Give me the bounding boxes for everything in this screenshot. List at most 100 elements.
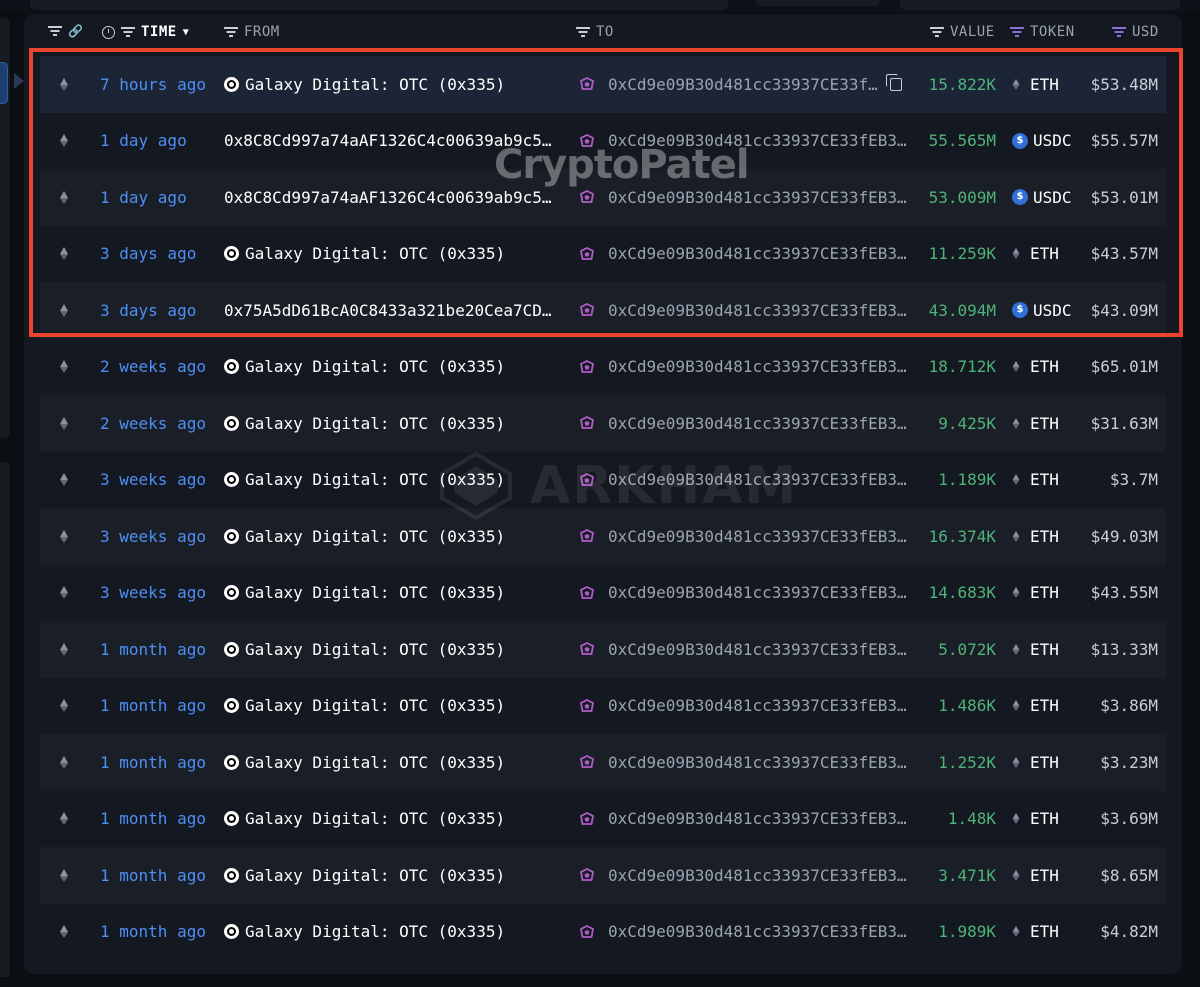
time-link[interactable]: 1 month ago — [100, 621, 220, 678]
table-row[interactable]: 3 weeks ago Galaxy Digital: OTC (0x335) 0x… — [40, 564, 1166, 622]
filter-icon[interactable] — [224, 27, 238, 37]
table-row[interactable]: 7 hours ago Galaxy Digital: OTC (0x335) 0x… — [40, 56, 1166, 113]
token-cell[interactable]: ETH — [1012, 734, 1082, 791]
to-address[interactable]: 0xCd9e09B30d481cc33937CE33fEB3… — [580, 282, 910, 339]
filter-icon[interactable] — [1010, 27, 1024, 37]
to-address[interactable]: 0xCd9e09B30d481cc33937CE33fEB3… — [580, 395, 910, 452]
time-link[interactable]: 1 month ago — [100, 791, 220, 848]
chain-cell[interactable] — [60, 339, 76, 396]
to-address[interactable]: 0xCd9e09B30d481cc33937CE33fEB3… — [580, 113, 910, 170]
token-cell[interactable]: ETH — [1012, 339, 1082, 396]
to-address[interactable]: 0xCd9e09B30d481cc33937CE33fEB3… — [580, 791, 910, 848]
token-cell[interactable]: ETH — [1012, 226, 1082, 283]
time-link[interactable]: 3 days ago — [100, 282, 220, 339]
table-row[interactable]: 2 weeks ago Galaxy Digital: OTC (0x335) 0x… — [40, 395, 1166, 452]
to-address[interactable]: 0xCd9e09B30d481cc33937CE33fEB3… — [580, 565, 910, 622]
to-address[interactable]: 0xCd9e09B30d481cc33937CE33fEB3… — [580, 847, 910, 904]
header-usd[interactable]: USD — [1112, 24, 1159, 40]
to-address[interactable]: 0xCd9e09B30d481cc33937CE33fEB3… — [580, 734, 910, 791]
to-address[interactable]: 0xCd9e09B30d481cc33937CE33fEB3… — [580, 678, 910, 735]
token-cell[interactable]: USDC — [1012, 282, 1082, 339]
token-cell[interactable]: ETH — [1012, 452, 1082, 509]
chain-cell[interactable] — [60, 791, 76, 848]
header-time[interactable]: TIME ▼ — [102, 24, 189, 40]
to-address[interactable]: 0xCd9e09B30d481cc33937CE33fEB3… — [580, 621, 910, 678]
table-row[interactable]: 1 month ago Galaxy Digital: OTC (0x335) 0x… — [40, 847, 1166, 904]
chain-cell[interactable] — [60, 169, 76, 226]
to-address[interactable]: 0xCd9e09B30d481cc33937CE33f… — [580, 56, 910, 113]
table-row[interactable]: 3 weeks ago Galaxy Digital: OTC (0x335) 0x… — [40, 508, 1166, 565]
header-from[interactable]: FROM — [224, 24, 280, 40]
time-link[interactable]: 2 weeks ago — [100, 339, 220, 396]
chain-cell[interactable] — [60, 847, 76, 904]
from-address[interactable]: Galaxy Digital: OTC (0x335) — [224, 56, 564, 113]
to-address[interactable]: 0xCd9e09B30d481cc33937CE33fEB3… — [580, 904, 910, 961]
chain-cell[interactable] — [60, 621, 76, 678]
token-cell[interactable]: ETH — [1012, 791, 1082, 848]
from-address[interactable]: 0x8C8Cd997a74aAF1326C4c00639ab9c5… — [224, 169, 564, 226]
from-address[interactable]: Galaxy Digital: OTC (0x335) — [224, 791, 564, 848]
chain-cell[interactable] — [60, 508, 76, 565]
time-link[interactable]: 1 day ago — [100, 169, 220, 226]
time-link[interactable]: 7 hours ago — [100, 56, 220, 113]
token-cell[interactable]: ETH — [1012, 904, 1082, 961]
time-link[interactable]: 3 days ago — [100, 226, 220, 283]
to-address[interactable]: 0xCd9e09B30d481cc33937CE33fEB3… — [580, 169, 910, 226]
sort-desc-icon[interactable]: ▼ — [183, 27, 189, 38]
from-address[interactable]: Galaxy Digital: OTC (0x335) — [224, 847, 564, 904]
side-panel-tab[interactable] — [0, 62, 8, 104]
to-address[interactable]: 0xCd9e09B30d481cc33937CE33fEB3… — [580, 452, 910, 509]
from-address[interactable]: Galaxy Digital: OTC (0x335) — [224, 904, 564, 961]
token-cell[interactable]: USDC — [1012, 113, 1082, 170]
to-address[interactable]: 0xCd9e09B30d481cc33937CE33fEB3… — [580, 508, 910, 565]
token-cell[interactable]: ETH — [1012, 565, 1082, 622]
table-row[interactable]: 2 weeks ago Galaxy Digital: OTC (0x335) 0x… — [40, 338, 1166, 396]
from-address[interactable]: Galaxy Digital: OTC (0x335) — [224, 565, 564, 622]
token-cell[interactable]: ETH — [1012, 678, 1082, 735]
header-to[interactable]: TO — [576, 24, 614, 40]
token-cell[interactable]: USDC — [1012, 169, 1082, 226]
token-cell[interactable]: ETH — [1012, 56, 1082, 113]
chain-cell[interactable] — [60, 226, 76, 283]
from-address[interactable]: Galaxy Digital: OTC (0x335) — [224, 621, 564, 678]
header-value[interactable]: VALUE — [930, 24, 995, 40]
time-link[interactable]: 2 weeks ago — [100, 395, 220, 452]
from-address[interactable]: Galaxy Digital: OTC (0x335) — [224, 734, 564, 791]
chain-cell[interactable] — [60, 113, 76, 170]
time-link[interactable]: 1 month ago — [100, 678, 220, 735]
from-address[interactable]: 0x75A5dD61BcA0C8433a321be20Cea7CD… — [224, 282, 564, 339]
token-cell[interactable]: ETH — [1012, 847, 1082, 904]
table-row[interactable]: 3 weeks ago Galaxy Digital: OTC (0x335) 0x… — [40, 451, 1166, 509]
table-row[interactable]: 3 days ago 0x75A5dD61BcA0C8433a321be20Cea… — [40, 282, 1166, 339]
header-token[interactable]: TOKEN — [1010, 24, 1075, 40]
table-row[interactable]: 1 day ago 0x8C8Cd997a74aAF1326C4c00639ab9… — [40, 169, 1166, 226]
from-address[interactable]: 0x8C8Cd997a74aAF1326C4c00639ab9c5… — [224, 113, 564, 170]
time-link[interactable]: 1 month ago — [100, 904, 220, 961]
from-address[interactable]: Galaxy Digital: OTC (0x335) — [224, 226, 564, 283]
table-row[interactable]: 1 day ago 0x8C8Cd997a74aAF1326C4c00639ab9… — [40, 112, 1166, 170]
table-row[interactable]: 1 month ago Galaxy Digital: OTC (0x335) 0x… — [40, 734, 1166, 791]
to-address[interactable]: 0xCd9e09B30d481cc33937CE33fEB3… — [580, 226, 910, 283]
table-row[interactable]: 1 month ago Galaxy Digital: OTC (0x335) 0x… — [40, 790, 1166, 848]
from-address[interactable]: Galaxy Digital: OTC (0x335) — [224, 508, 564, 565]
table-row[interactable]: 1 month ago Galaxy Digital: OTC (0x335) 0x… — [40, 621, 1166, 678]
filter-icon[interactable] — [1112, 27, 1126, 37]
chain-cell[interactable] — [60, 678, 76, 735]
link-icon[interactable]: 🔗 — [68, 24, 83, 38]
from-address[interactable]: Galaxy Digital: OTC (0x335) — [224, 339, 564, 396]
table-row[interactable]: 3 days ago Galaxy Digital: OTC (0x335) 0xC… — [40, 225, 1166, 283]
table-row[interactable]: 1 month ago Galaxy Digital: OTC (0x335) 0x… — [40, 903, 1166, 961]
time-link[interactable]: 3 weeks ago — [100, 565, 220, 622]
to-address[interactable]: 0xCd9e09B30d481cc33937CE33fEB3… — [580, 339, 910, 396]
filter-icon[interactable] — [576, 27, 590, 37]
token-cell[interactable]: ETH — [1012, 621, 1082, 678]
header-chain-filter[interactable]: 🔗 — [48, 24, 83, 38]
copy-icon[interactable] — [885, 73, 902, 91]
time-link[interactable]: 3 weeks ago — [100, 508, 220, 565]
time-link[interactable]: 3 weeks ago — [100, 452, 220, 509]
time-link[interactable]: 1 month ago — [100, 734, 220, 791]
filter-icon[interactable] — [48, 26, 62, 36]
filter-icon[interactable] — [930, 27, 944, 37]
token-cell[interactable]: ETH — [1012, 508, 1082, 565]
chain-cell[interactable] — [60, 904, 76, 961]
